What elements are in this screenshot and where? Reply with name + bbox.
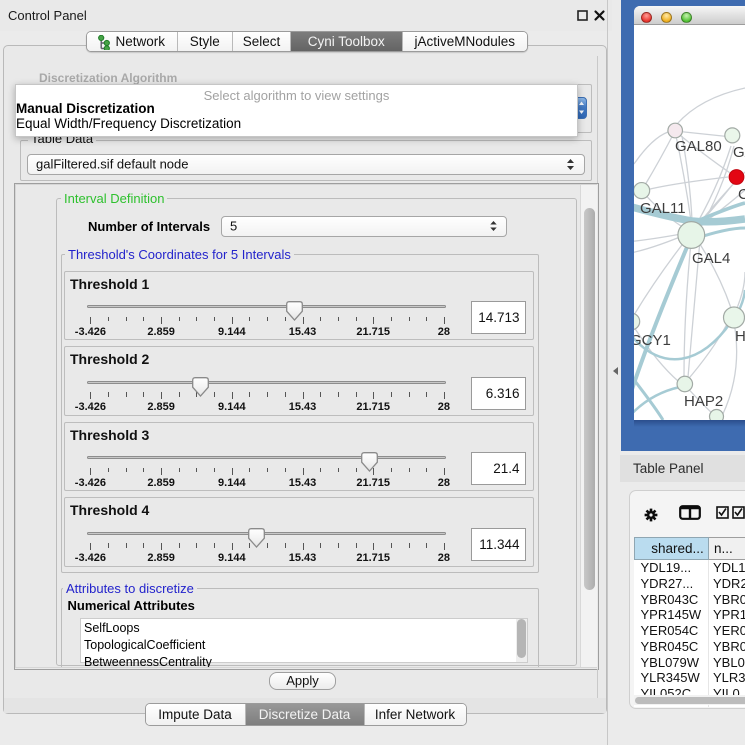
svg-text:GAL4: GAL4 [692,250,730,267]
svg-text:GAL80: GAL80 [675,138,722,155]
svg-text:GAL11: GAL11 [640,200,686,217]
svg-text:H: H [735,328,745,345]
svg-text:GA: GA [733,144,745,161]
svg-text:GCY1: GCY1 [634,332,671,349]
svg-text:C: C [738,186,745,203]
svg-text:HAP2: HAP2 [684,393,723,410]
